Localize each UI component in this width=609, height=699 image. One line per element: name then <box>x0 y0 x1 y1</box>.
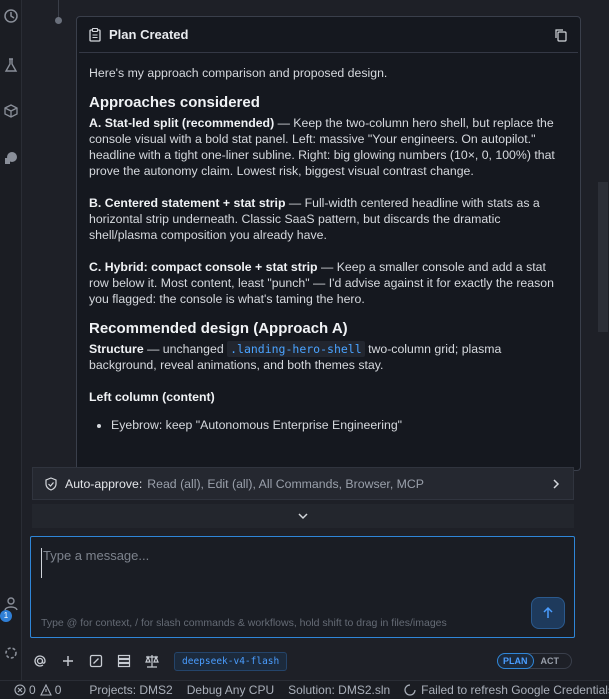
scrollbar-thumb[interactable] <box>598 182 608 332</box>
approach-c: C. Hybrid: compact console + stat strip … <box>89 259 568 307</box>
approach-a: A. Stat-led split (recommended) — Keep t… <box>89 115 568 179</box>
plan-card-title: Plan Created <box>109 27 189 42</box>
plus-icon[interactable] <box>60 653 76 669</box>
shield-check-icon <box>45 476 57 491</box>
warning-icon <box>39 684 52 696</box>
input-hint: Type @ for context, / for slash commands… <box>41 617 447 629</box>
error-icon <box>14 684 26 696</box>
plan-card-header: Plan Created <box>79 17 578 53</box>
warning-count: 0 <box>54 683 62 697</box>
structure-label: Structure <box>89 342 144 356</box>
chevron-down-icon[interactable] <box>297 512 309 520</box>
structure-paragraph: Structure — unchanged .landing-hero-shel… <box>89 341 568 373</box>
plan-mode-button[interactable]: PLAN <box>497 653 534 669</box>
plan-content: Here's my approach comparison and propos… <box>77 53 580 433</box>
approach-c-title: C. Hybrid: compact console + stat strip <box>89 260 318 274</box>
structure-code: .landing-hero-shell <box>227 341 365 357</box>
settings-gear-icon[interactable] <box>3 645 19 661</box>
account-icon[interactable] <box>3 595 19 611</box>
flask-icon[interactable] <box>3 57 19 73</box>
send-button[interactable] <box>531 597 565 629</box>
auto-approve-label: Auto-approve: <box>65 476 143 491</box>
credentials-message: Failed to refresh Google Credentials <box>421 683 609 697</box>
projects-status[interactable]: Projects: DMS2 <box>89 683 172 697</box>
input-toolbar: deepseek-v4-flash <box>32 650 288 672</box>
approach-b-title: B. Centered statement + stat strip <box>89 196 286 210</box>
status-bar: 0 0 Projects: DMS2 Debug Any CPU Solutio… <box>0 680 609 699</box>
problems-indicator[interactable]: 0 0 <box>14 683 75 697</box>
act-mode-button[interactable]: ACT <box>534 654 567 668</box>
activity-bar: 1 <box>0 0 22 680</box>
auto-approve-values: Read (all), Edit (all), All Commands, Br… <box>147 476 425 491</box>
spinner-icon <box>404 684 416 696</box>
notification-badge: 1 <box>0 610 12 622</box>
recommended-heading: Recommended design (Approach A) <box>89 320 348 337</box>
error-count: 0 <box>29 683 36 697</box>
credentials-status[interactable]: Failed to refresh Google Credentials <box>404 683 609 697</box>
plan-intro: Here's my approach comparison and propos… <box>89 66 388 80</box>
structure-pre: — unchanged <box>143 342 228 356</box>
scale-icon[interactable] <box>144 653 160 669</box>
list-item: Eyebrow: keep "Autonomous Enterprise Eng… <box>111 417 568 433</box>
server-icon[interactable] <box>116 653 132 669</box>
sync-icon[interactable] <box>3 8 19 24</box>
approach-a-title: A. Stat-led split (recommended) <box>89 116 275 130</box>
message-input[interactable] <box>41 548 521 578</box>
timeline-dot <box>55 17 62 24</box>
chevron-right-icon[interactable] <box>551 478 561 490</box>
arrow-up-icon <box>543 606 553 618</box>
approaches-heading: Approaches considered <box>89 94 260 111</box>
debug-config[interactable]: Debug Any CPU <box>187 683 274 697</box>
collapse-toggle[interactable] <box>32 504 574 528</box>
package-icon[interactable] <box>3 103 19 119</box>
left-column-list: Eyebrow: keep "Autonomous Enterprise Eng… <box>111 417 568 433</box>
model-selector[interactable]: deepseek-v4-flash <box>174 651 288 671</box>
message-box: Type @ for context, / for slash commands… <box>30 536 575 638</box>
solution-status[interactable]: Solution: DMS2.sln <box>288 683 390 697</box>
auto-approve-bar[interactable]: Auto-approve: Read (all), Edit (all), Al… <box>32 467 574 500</box>
left-column-heading: Left column (content) <box>89 390 215 404</box>
extensions-icon[interactable] <box>3 150 19 166</box>
plan-card: Plan Created Here's my approach comparis… <box>76 16 581 471</box>
approach-b: B. Centered statement + stat strip — Ful… <box>89 195 568 243</box>
copy-icon[interactable] <box>554 28 568 42</box>
plan-act-toggle[interactable]: PLAN ACT <box>497 653 572 669</box>
edit-square-icon[interactable] <box>88 653 104 669</box>
mention-icon[interactable] <box>32 653 48 669</box>
clipboard-icon <box>89 27 101 42</box>
